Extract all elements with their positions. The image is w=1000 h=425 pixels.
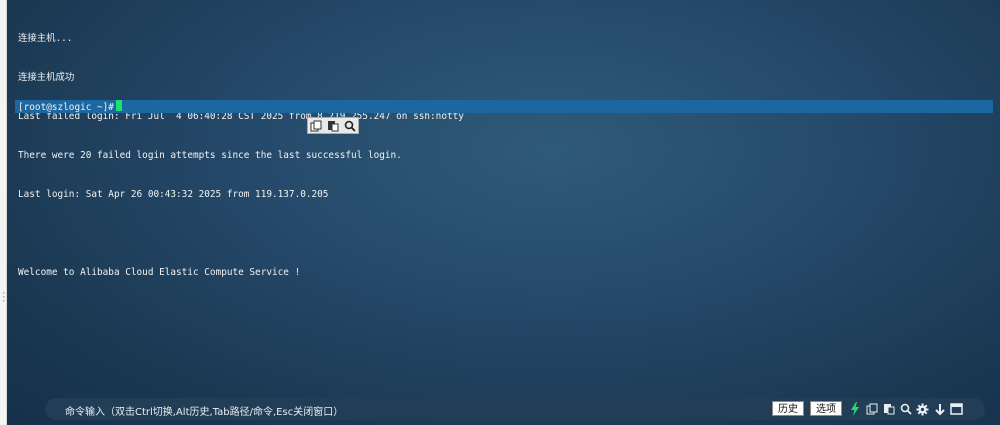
paste-icon[interactable]	[882, 401, 895, 417]
terminal-line: Welcome to Alibaba Cloud Elastic Compute…	[18, 267, 301, 278]
search-icon[interactable]	[899, 401, 912, 417]
side-panel-strip[interactable]: · · ·	[0, 0, 7, 425]
command-input-hint[interactable]: 命令输入（双击Ctrl切换,Alt历史,Tab路径/命令,Esc关闭窗口）	[65, 403, 343, 418]
terminal-cursor	[115, 100, 122, 111]
terminal-window[interactable]: 连接主机... 连接主机成功 Last failed login: Fri Ju…	[7, 0, 1000, 425]
history-button[interactable]: 历史	[772, 401, 804, 416]
current-line-highlight	[15, 100, 993, 113]
lightning-icon[interactable]	[848, 401, 861, 417]
options-button[interactable]: 选项	[810, 401, 842, 416]
resize-grip-icon[interactable]: · · ·	[1, 290, 6, 307]
terminal-line: 连接主机...	[18, 33, 73, 44]
command-bar-icons	[848, 401, 963, 417]
search-icon[interactable]	[343, 119, 357, 133]
shell-prompt[interactable]: [root@szlogic ~]#	[18, 100, 122, 114]
terminal-line: Last login: Sat Apr 26 00:43:32 2025 fro…	[18, 189, 329, 200]
selection-popup-toolbar	[307, 117, 359, 134]
terminal-line: There were 20 failed login attempts sinc…	[18, 150, 402, 161]
prompt-label: [root@szlogic ~]#	[18, 102, 114, 113]
terminal-output: 连接主机... 连接主机成功 Last failed login: Fri Ju…	[18, 6, 464, 305]
arrow-down-icon[interactable]	[933, 401, 946, 417]
paste-icon[interactable]	[326, 119, 340, 133]
copy-icon[interactable]	[309, 119, 323, 133]
copy-icon[interactable]	[865, 401, 878, 417]
gear-icon[interactable]	[916, 401, 929, 417]
command-input-bar[interactable]: 命令输入（双击Ctrl切换,Alt历史,Tab路径/命令,Esc关闭窗口） 历史…	[45, 398, 985, 420]
terminal-line: 连接主机成功	[18, 72, 75, 83]
maximize-icon[interactable]	[950, 401, 963, 417]
